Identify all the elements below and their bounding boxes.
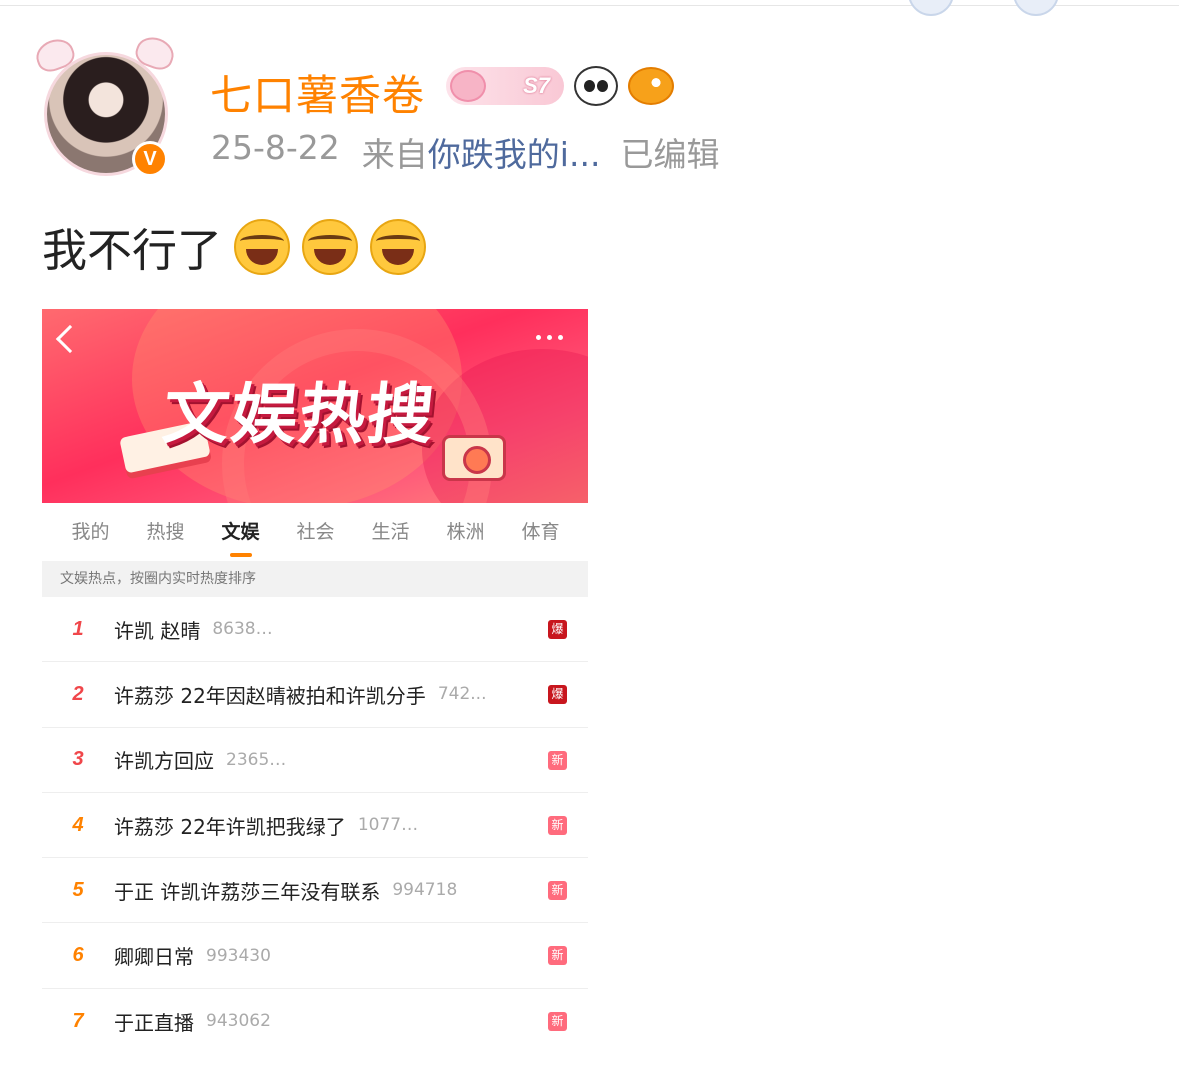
rank-number: 3 — [72, 748, 84, 771]
topic-title: 许荔莎 22年许凯把我绿了 — [114, 814, 346, 839]
heat-count: 742... — [437, 684, 487, 705]
post-meta: 25-8-22 来自 你跌我的i... 已编辑 — [211, 128, 719, 176]
tab-6[interactable]: 体育 — [503, 503, 578, 561]
list-item[interactable]: 2 许荔莎 22年因赵晴被拍和许凯分手 742... 爆 — [42, 662, 588, 728]
weibo-post: V 七口薯香卷 S7 25-8-22 来自 你跌我的i... 已编辑 我不行了 … — [0, 0, 1179, 1065]
topic-title: 许荔莎 22年因赵晴被拍和许凯分手 — [114, 683, 426, 708]
tab-5[interactable]: 株洲 — [428, 503, 503, 561]
post-date: 25-8-22 — [211, 128, 340, 167]
list-item[interactable]: 3 许凯方回应 2365442 新 — [42, 728, 588, 793]
list-item[interactable]: 4 许荔莎 22年许凯把我绿了 1077567 新 — [42, 793, 588, 859]
source-link[interactable]: 你跌我的i... — [428, 128, 601, 176]
post-text: 我不行了 — [42, 224, 223, 277]
bunny-paw-decoration — [908, 0, 954, 16]
list-item[interactable]: 6 卿卿日常 993430 新 — [42, 923, 588, 989]
topic-title: 于正 许凯许荔莎三年没有联系 — [114, 879, 381, 904]
tab-0[interactable]: 我的 — [53, 503, 128, 561]
list-item[interactable]: 1 许凯 赵晴 8638204 爆 — [42, 597, 588, 663]
status-badge: 爆 — [548, 620, 567, 639]
laugh-cry-emoji-icon — [302, 218, 359, 275]
panda-icon[interactable] — [574, 66, 618, 106]
laugh-cry-emoji-icon — [370, 218, 427, 275]
status-badge: 新 — [548, 1011, 567, 1031]
topic-title: 于正直播 — [114, 1010, 194, 1035]
banner-title: 文娱热搜 — [159, 376, 440, 453]
edited-label: 已编辑 — [620, 135, 720, 174]
pig-icon — [450, 70, 486, 102]
hot-search-list: 1 许凯 赵晴 8638204 爆 2 许荔莎 22年因赵晴被拍和许凯分手 742... 爆 3… — [42, 597, 588, 1049]
tab-4[interactable]: 生活 — [353, 503, 428, 561]
ranking-notice: 文娱热点，按圈内实时热度排序 — [42, 561, 588, 597]
status-badge: 新 — [548, 881, 567, 901]
user-badges: S7 — [446, 64, 674, 108]
verified-icon: V — [132, 141, 168, 177]
rank-number: 6 — [72, 944, 84, 967]
topic-title: 许凯 赵晴 — [114, 618, 201, 643]
heat-count: 994718 — [392, 880, 458, 901]
heat-count: 1077567 — [357, 815, 424, 836]
list-item[interactable]: 5 于正 许凯许荔莎三年没有联系 994718 新 — [42, 858, 588, 924]
laugh-cry-emoji-icon — [234, 218, 291, 275]
back-chevron-icon[interactable] — [55, 324, 85, 354]
tab-1[interactable]: 热搜 — [128, 503, 203, 561]
hot-search-banner: 文娱热搜 — [42, 309, 588, 503]
heat-count: 943062 — [206, 1011, 271, 1032]
heat-count: 2365442 — [226, 749, 292, 770]
status-badge: 爆 — [548, 685, 567, 705]
source-prefix: 来自 — [361, 135, 428, 174]
rank-number: 7 — [72, 1009, 84, 1032]
rank-number: 5 — [72, 878, 84, 901]
rank-number: 1 — [72, 617, 84, 640]
status-badge: 新 — [548, 750, 567, 770]
tab-2[interactable]: 文娱 — [203, 503, 278, 561]
avatar[interactable]: V — [32, 30, 178, 180]
topic-title: 许凯方回应 — [114, 749, 214, 774]
heat-count: 8638204 — [212, 619, 278, 640]
status-badge: 新 — [548, 815, 567, 835]
embedded-screenshot[interactable]: 文娱热搜 我的 热搜 文娱 社会 生活 株洲 体育 文娱热点，按圈内实时热度排序 1 许凯 赵… — [42, 309, 588, 1049]
username[interactable]: 七口薯香卷 — [210, 62, 425, 123]
heat-count: 993430 — [206, 945, 271, 966]
more-icon[interactable] — [536, 335, 563, 340]
post-body: 我不行了 — [42, 214, 427, 279]
bunny-paw-decoration — [1013, 0, 1059, 16]
camera-icon — [442, 435, 506, 481]
topic-title: 卿卿日常 — [114, 945, 194, 970]
list-item[interactable]: 7 于正直播 943062 新 — [42, 989, 588, 1049]
svip-level: S7 — [523, 73, 550, 98]
top-divider — [0, 5, 1179, 6]
status-badge: 新 — [548, 946, 567, 966]
tab-3[interactable]: 社会 — [278, 503, 353, 561]
rank-number: 2 — [72, 682, 84, 705]
category-tabs: 我的 热搜 文娱 社会 生活 株洲 体育 — [42, 503, 588, 561]
rank-number: 4 — [72, 813, 84, 836]
svip-icon[interactable]: S7 — [446, 67, 564, 105]
fish-icon[interactable] — [628, 67, 674, 105]
